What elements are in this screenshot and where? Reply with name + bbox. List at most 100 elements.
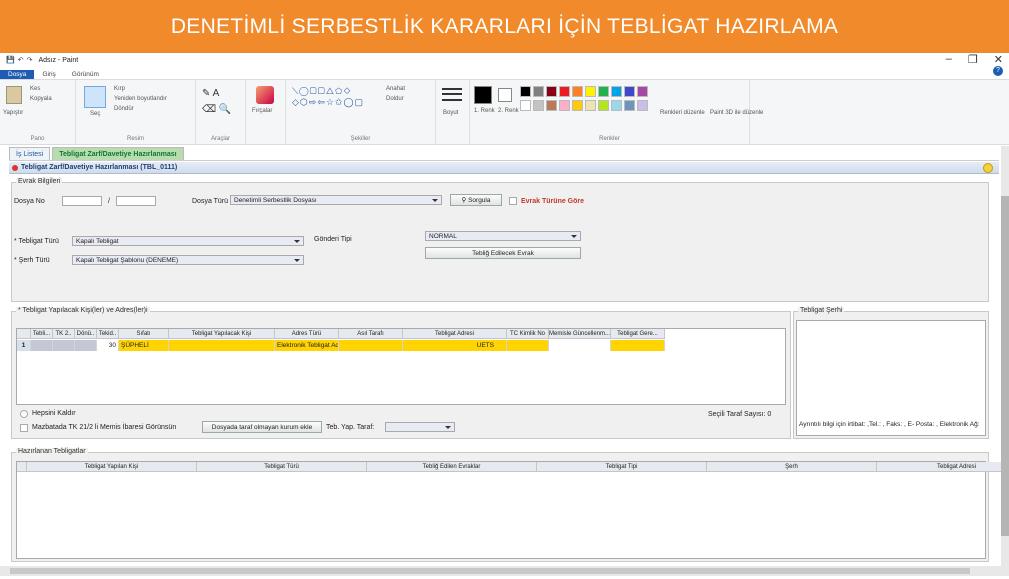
eraser-icon[interactable]: ⌫ 🔍 <box>202 104 231 115</box>
color-swatch[interactable] <box>559 100 570 111</box>
vertical-scrollbar[interactable] <box>1001 146 1009 566</box>
horizontal-scrollbar[interactable] <box>0 566 1009 576</box>
row-cell[interactable] <box>75 340 97 351</box>
tebligat-adresi-cell[interactable]: UETS <box>403 340 507 351</box>
color-swatch[interactable] <box>572 86 583 97</box>
column-header[interactable]: Tebligat Adresi <box>403 329 507 339</box>
column-header[interactable]: Tekid.. <box>97 329 119 339</box>
color-swatch[interactable] <box>559 86 570 97</box>
hepsini-kaldir-label[interactable]: Hepsini Kaldır <box>32 410 76 417</box>
save-icon[interactable]: 💾 <box>6 56 15 64</box>
color1-button[interactable]: 1. Renk <box>474 108 495 114</box>
column-header[interactable]: Sıfatı <box>119 329 169 339</box>
help-icon[interactable]: ? <box>993 66 1003 76</box>
gonderi-tipi-select[interactable]: NORMAL <box>425 231 581 241</box>
tab-tebligat-hazirlama[interactable]: Tebligat Zarf/Davetiye Hazırlanması <box>52 147 184 160</box>
tebligat-turu-select[interactable]: Kapalı Tebligat <box>72 236 304 246</box>
color-swatch[interactable] <box>624 86 635 97</box>
resize-button[interactable]: Yeniden boyutlandır <box>114 96 167 102</box>
color-swatch[interactable] <box>585 86 596 97</box>
color2-button[interactable]: 2. Renk <box>498 108 519 114</box>
size-icon[interactable] <box>442 88 462 90</box>
color-swatch[interactable] <box>637 86 648 97</box>
paste-button[interactable]: Yapıştır <box>3 110 23 116</box>
row-cell[interactable] <box>53 340 75 351</box>
column-header[interactable]: Tebligat Gere... <box>611 329 665 339</box>
color-swatch[interactable] <box>533 86 544 97</box>
select-icon[interactable] <box>84 86 106 108</box>
column-header[interactable]: Tebli... <box>31 329 53 339</box>
teblig-edilecek-evrak-button[interactable]: Tebliğ Edilecek Evrak <box>425 247 581 259</box>
crop-button[interactable]: Kırp <box>114 86 125 92</box>
select-button[interactable]: Seç <box>90 111 100 117</box>
tab-is-listesi[interactable]: İş Listesi <box>9 147 51 160</box>
color-swatch[interactable] <box>546 86 557 97</box>
column-header[interactable]: Tebligat Yapılan Kişi <box>27 462 197 472</box>
dosya-no-number-input[interactable] <box>116 196 156 206</box>
column-header[interactable]: Dönü.. <box>75 329 97 339</box>
memis-cell[interactable] <box>549 340 611 351</box>
paste-icon[interactable] <box>6 86 22 104</box>
color-swatch[interactable] <box>598 86 609 97</box>
tab-gorunum[interactable]: Görünüm <box>64 70 107 79</box>
color-swatch[interactable] <box>585 100 596 111</box>
fill-button[interactable]: Doldur <box>386 96 404 102</box>
column-header[interactable]: Tebliğ Edilen Evraklar <box>367 462 537 472</box>
color2-swatch[interactable] <box>498 88 512 102</box>
color-swatch[interactable] <box>572 100 583 111</box>
copy-button[interactable]: Kopyala <box>30 96 52 102</box>
edit-colors-button[interactable]: Renkleri düzenle <box>660 110 705 116</box>
teb-yap-taraf-select[interactable] <box>385 422 455 432</box>
sorgula-button[interactable]: ⚲ Sorgula <box>450 194 502 206</box>
shapes-gallery[interactable]: ⟍◯▢▢△⬠◇ ◇⬡⇨⇦☆✩◯▢ <box>292 86 364 108</box>
paint3d-button[interactable]: Paint 3D ile düzenle <box>710 110 763 116</box>
column-header[interactable]: Tebligat Adresi <box>877 462 1009 472</box>
serh-textarea[interactable]: Ayrıntılı bilgi için irtibat: ,Tel.: , F… <box>796 320 986 436</box>
column-header[interactable]: Tebligat Tipi <box>537 462 707 472</box>
dosyada-taraf-olmayan-button[interactable]: Dosyada taraf olmayan kurum ekle <box>202 421 322 433</box>
color-swatch[interactable] <box>611 86 622 97</box>
scroll-thumb[interactable] <box>1001 196 1009 536</box>
column-header[interactable]: Tebligat Yapılacak Kişi <box>169 329 275 339</box>
color-swatch[interactable] <box>520 86 531 97</box>
tab-giris[interactable]: Giriş <box>34 70 63 79</box>
row-cell[interactable]: 30 <box>97 340 119 351</box>
dosya-turu-select[interactable]: Denetimli Serbestlik Dosyası <box>230 195 442 205</box>
color-swatch[interactable] <box>533 100 544 111</box>
tebligat-gerekce-cell[interactable] <box>611 340 665 351</box>
kisi-cell[interactable] <box>169 340 275 351</box>
color1-swatch[interactable] <box>474 86 492 104</box>
restore-icon[interactable]: ❐ <box>968 53 978 66</box>
color-swatch[interactable] <box>611 100 622 111</box>
sifat-cell[interactable]: ŞÜPHELİ <box>119 340 169 351</box>
tab-dosya[interactable]: Dosya <box>0 70 35 79</box>
mazbata-checkbox[interactable] <box>20 424 28 432</box>
status-icon[interactable] <box>983 163 993 173</box>
rotate-button[interactable]: Döndür <box>114 106 134 112</box>
minimize-icon[interactable]: – <box>946 53 952 66</box>
serh-turu-select[interactable]: Kapalı Tebligat Şablonu (DENEME) <box>72 255 304 265</box>
dosya-no-year-input[interactable] <box>62 196 102 206</box>
column-header[interactable]: Asıl Tarafı <box>339 329 403 339</box>
color-swatch[interactable] <box>520 100 531 111</box>
table-row[interactable]: 1 30 ŞÜPHELİ Elektronik Tebligat Ad... UETS <box>17 340 677 352</box>
undo-icon[interactable]: ↶ <box>18 56 24 64</box>
color-swatch[interactable] <box>637 100 648 111</box>
brushes-button[interactable]: Fırçalar <box>252 108 272 114</box>
column-header[interactable]: Memisle Güncellenm... <box>549 329 611 339</box>
tc-kimlik-cell[interactable] <box>507 340 549 351</box>
scroll-thumb[interactable] <box>10 568 970 574</box>
evrak-turune-gore-checkbox[interactable] <box>509 197 517 205</box>
row-cell[interactable] <box>31 340 53 351</box>
adres-turu-cell[interactable]: Elektronik Tebligat Ad... <box>275 340 339 351</box>
size-button[interactable]: Boyut <box>443 110 458 116</box>
hepsini-kaldir-radio[interactable] <box>20 410 28 418</box>
asil-taraf-cell[interactable] <box>339 340 403 351</box>
pencil-icon[interactable]: ✎ A <box>202 88 219 99</box>
redo-icon[interactable]: ↷ <box>27 56 33 64</box>
column-header[interactable]: TK 2.. <box>53 329 75 339</box>
close-icon[interactable]: ✕ <box>994 53 1003 66</box>
column-header[interactable]: Adres Türü <box>275 329 339 339</box>
color-swatch[interactable] <box>624 100 635 111</box>
column-header[interactable]: Tebligat Türü <box>197 462 367 472</box>
